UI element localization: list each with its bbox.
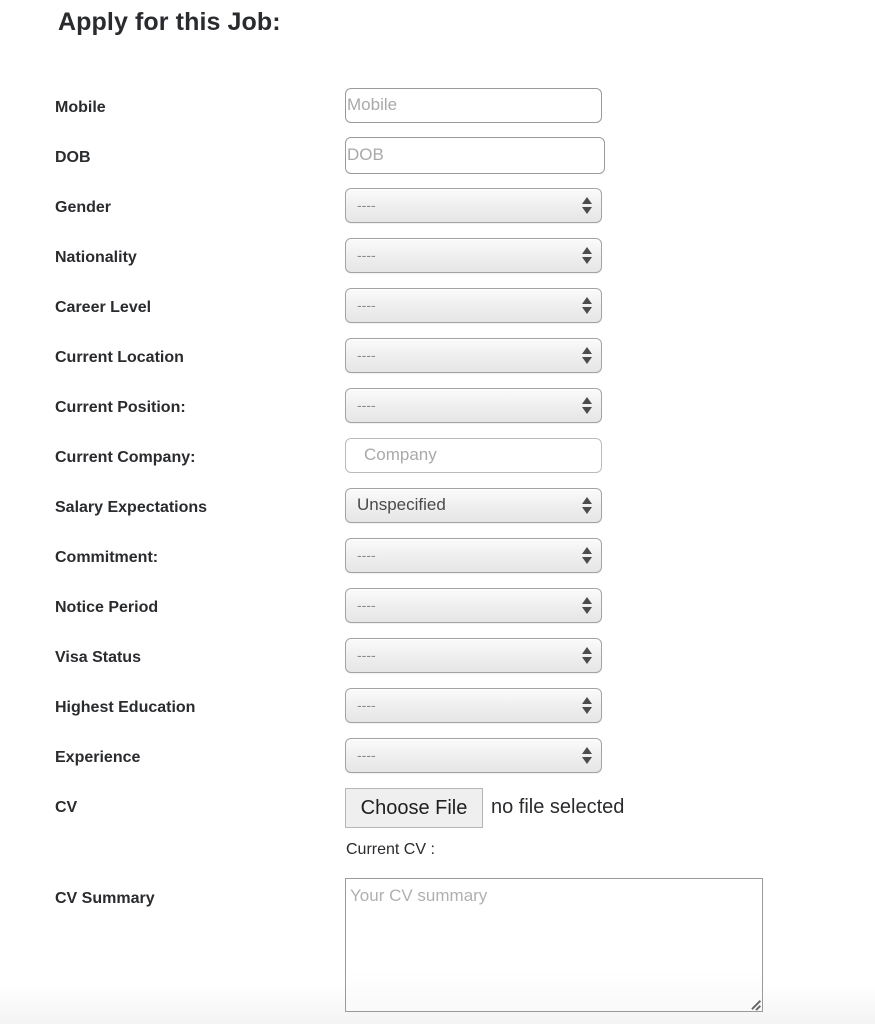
current-company-placeholder: Company	[364, 445, 437, 464]
current-location-selected-value: ----	[357, 347, 376, 363]
commitment-row: Commitment: ----	[0, 538, 875, 574]
gender-row: Gender ----	[0, 188, 875, 224]
job-application-page: Apply for this Job: Mobile Mobile DOB DO…	[0, 0, 875, 1024]
current-position-label: Current Position:	[55, 399, 186, 416]
cv-summary-placeholder: Your CV summary	[350, 886, 488, 905]
highest-education-row: Highest Education ----	[0, 688, 875, 724]
career-level-row: Career Level ----	[0, 288, 875, 324]
page-title: Apply for this Job:	[58, 8, 281, 36]
notice-period-label: Notice Period	[55, 599, 159, 616]
file-status-text: no file selected	[491, 796, 625, 818]
up-down-arrows-icon	[582, 197, 592, 215]
experience-label: Experience	[55, 749, 141, 766]
up-down-arrows-icon	[582, 697, 592, 715]
salary-expectations-selected-value: Unspecified	[357, 495, 446, 514]
current-location-label: Current Location	[55, 349, 184, 366]
up-down-arrows-icon	[582, 247, 592, 265]
up-down-arrows-icon	[582, 747, 592, 765]
up-down-arrows-icon	[582, 347, 592, 365]
dob-label: DOB	[55, 149, 91, 166]
gender-label: Gender	[55, 199, 112, 216]
highest-education-label: Highest Education	[55, 699, 196, 716]
career-level-select[interactable]: ----	[345, 288, 602, 323]
notice-period-row: Notice Period ----	[0, 588, 875, 624]
current-cv-label: Current CV :	[346, 841, 435, 858]
salary-expectations-select[interactable]: Unspecified	[345, 488, 602, 523]
current-company-label: Current Company:	[55, 449, 196, 466]
commitment-selected-value: ----	[357, 547, 376, 563]
mobile-label: Mobile	[55, 99, 106, 116]
mobile-input[interactable]: Mobile	[345, 88, 602, 123]
visa-status-row: Visa Status ----	[0, 638, 875, 674]
up-down-arrows-icon	[582, 397, 592, 415]
career-level-label: Career Level	[55, 299, 152, 316]
cv-label: CV	[55, 799, 78, 816]
commitment-label: Commitment:	[55, 549, 159, 566]
current-company-row: Current Company: Company	[0, 438, 875, 474]
dob-placeholder: DOB	[347, 145, 384, 164]
visa-status-selected-value: ----	[357, 647, 376, 663]
current-company-input[interactable]: Company	[345, 438, 602, 473]
nationality-row: Nationality ----	[0, 238, 875, 274]
up-down-arrows-icon	[582, 597, 592, 615]
cv-summary-label: CV Summary	[55, 890, 155, 907]
up-down-arrows-icon	[582, 547, 592, 565]
current-location-row: Current Location ----	[0, 338, 875, 374]
visa-status-label: Visa Status	[55, 649, 141, 666]
gender-selected-value: ----	[357, 197, 376, 213]
up-down-arrows-icon	[582, 297, 592, 315]
highest-education-selected-value: ----	[357, 697, 376, 713]
current-location-select[interactable]: ----	[345, 338, 602, 373]
mobile-row: Mobile Mobile	[0, 88, 875, 124]
highest-education-select[interactable]: ----	[345, 688, 602, 723]
current-position-select[interactable]: ----	[345, 388, 602, 423]
nationality-select[interactable]: ----	[345, 238, 602, 273]
cv-summary-textarea[interactable]: Your CV summary	[345, 878, 763, 1012]
dob-input[interactable]: DOB	[345, 137, 605, 174]
mobile-placeholder: Mobile	[347, 95, 398, 114]
gender-select[interactable]: ----	[345, 188, 602, 223]
experience-row: Experience ----	[0, 738, 875, 774]
visa-status-select[interactable]: ----	[345, 638, 602, 673]
salary-expectations-row: Salary Expectations Unspecified	[0, 488, 875, 524]
nationality-selected-value: ----	[357, 247, 376, 263]
experience-selected-value: ----	[357, 747, 376, 763]
current-position-row: Current Position: ----	[0, 388, 875, 424]
up-down-arrows-icon	[582, 647, 592, 665]
nationality-label: Nationality	[55, 249, 137, 266]
salary-expectations-label: Salary Expectations	[55, 499, 208, 516]
current-position-selected-value: ----	[357, 397, 376, 413]
up-down-arrows-icon	[582, 497, 592, 515]
choose-file-button[interactable]: Choose File	[345, 788, 483, 828]
career-level-selected-value: ----	[357, 297, 376, 313]
resize-grip-icon[interactable]	[750, 999, 760, 1009]
dob-row: DOB DOB	[0, 137, 875, 174]
experience-select[interactable]: ----	[345, 738, 602, 773]
notice-period-selected-value: ----	[357, 597, 376, 613]
notice-period-select[interactable]: ----	[345, 588, 602, 623]
commitment-select[interactable]: ----	[345, 538, 602, 573]
